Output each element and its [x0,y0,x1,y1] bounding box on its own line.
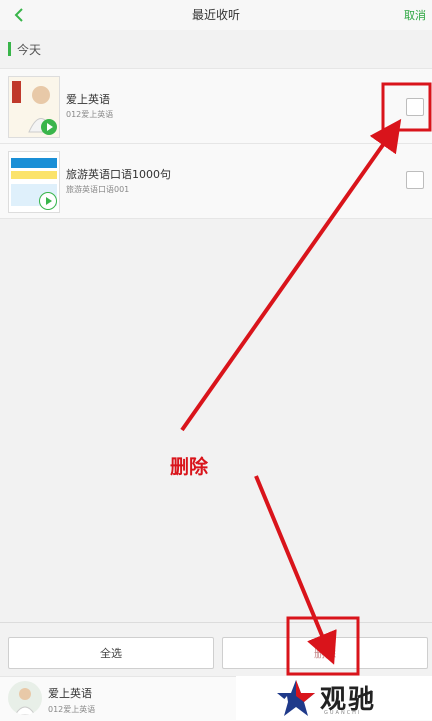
list-item[interactable]: 旅游英语口语1000句 旅游英语口语001 [0,144,432,219]
page-title: 最近收听 [191,8,240,22]
delete-button[interactable]: 删除 [222,637,428,669]
cancel-button[interactable]: 取消 [404,7,426,23]
bottom-action-bar: 全选 删除 [0,622,432,677]
star-logo-icon [277,680,315,716]
play-icon[interactable] [39,192,57,210]
player-cover [8,681,42,715]
item-subtitle: 旅游英语口语001 [66,185,130,194]
player-title: 爱上英语 [48,687,92,700]
play-icon[interactable] [41,119,57,135]
item-checkbox[interactable] [406,98,424,116]
album-cover [8,151,60,213]
select-all-button[interactable]: 全选 [8,637,214,669]
watermark-subtext: GUANCHI [324,710,362,716]
player-subtitle: 012爱上英语 [48,705,96,714]
annotation-label: 删除 [170,456,209,478]
section-label: 今天 [17,43,42,57]
section-accent-bar [8,42,11,56]
album-cover [8,76,60,138]
section-header-today: 今天 [0,30,432,69]
item-title: 旅游英语口语1000句 [66,168,171,181]
player-cover-art [14,688,36,715]
top-bar: 最近收听 取消 [0,0,432,31]
item-subtitle: 012爱上英语 [66,110,114,119]
item-title: 爱上英语 [66,93,110,106]
list-item[interactable]: 爱上英语 012爱上英语 [0,69,432,144]
item-checkbox[interactable] [406,171,424,189]
watermark: 观驰 GUANCHI [236,676,432,720]
